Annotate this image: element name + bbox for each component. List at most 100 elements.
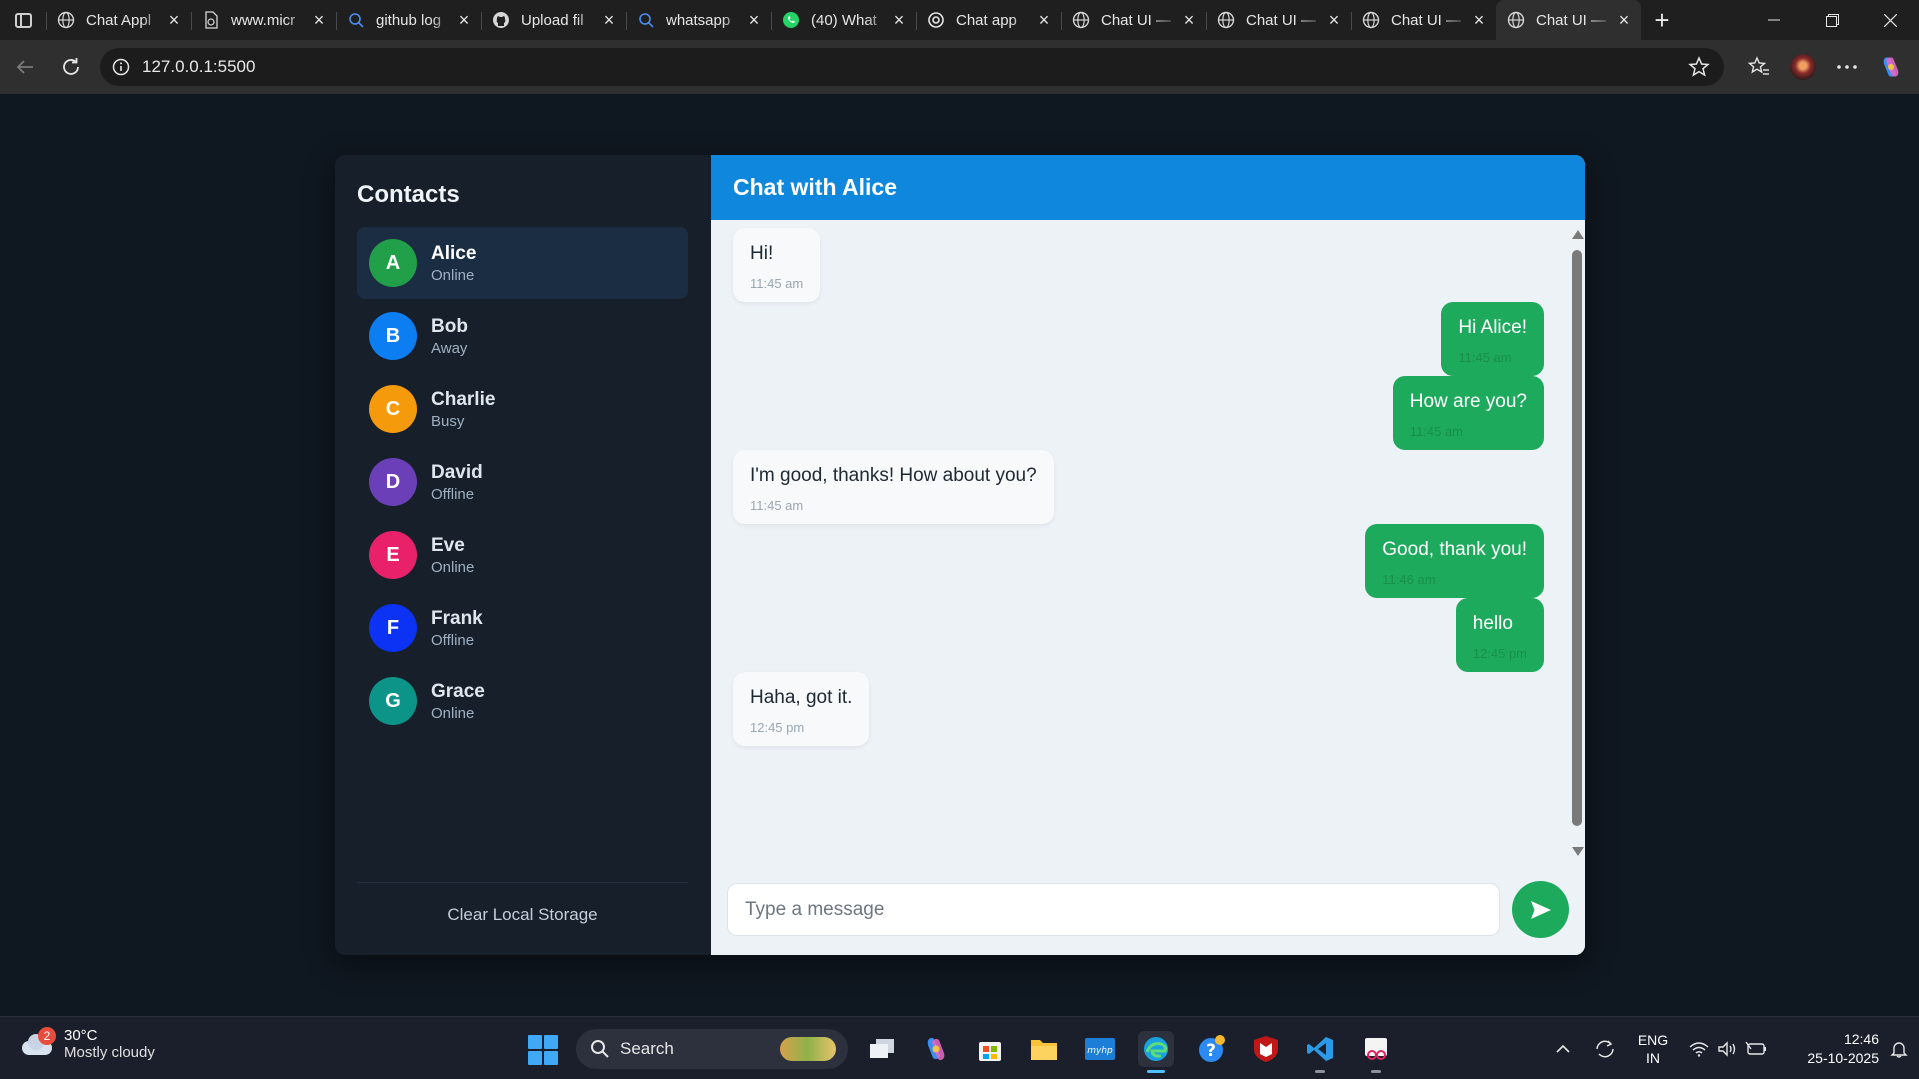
browser-tab[interactable]: github log ×: [336, 0, 481, 40]
running-app-indicator: [1371, 1070, 1381, 1073]
favorite-star-icon[interactable]: [1688, 56, 1710, 78]
quick-settings-button[interactable]: [1689, 1040, 1767, 1057]
restore-button[interactable]: [1803, 0, 1861, 40]
copilot-app-button[interactable]: [918, 1031, 954, 1067]
refresh-button[interactable]: [48, 45, 94, 89]
contact-status: Online: [431, 559, 475, 576]
browser-tab[interactable]: Upload fil ×: [481, 0, 626, 40]
message-input[interactable]: [727, 883, 1500, 936]
browser-tab[interactable]: Chat app ×: [916, 0, 1061, 40]
edge-browser-button[interactable]: [1138, 1031, 1174, 1073]
close-tab-icon[interactable]: ×: [890, 10, 908, 30]
close-tab-icon[interactable]: ×: [1035, 10, 1053, 30]
browser-tab[interactable]: Chat Appl ×: [46, 0, 191, 40]
running-app-indicator: [1315, 1070, 1325, 1073]
favorites-icon: [1748, 56, 1769, 75]
close-tab-icon[interactable]: ×: [600, 10, 618, 30]
avatar: B: [369, 312, 417, 360]
clock-date: 25-10-2025: [1807, 1049, 1879, 1066]
scroll-thumb[interactable]: [1572, 250, 1582, 826]
taskbar-search[interactable]: Search: [576, 1029, 848, 1069]
snipping-tool-button[interactable]: [1358, 1031, 1394, 1073]
close-tab-icon[interactable]: ×: [310, 10, 328, 30]
show-hidden-icons-button[interactable]: [1543, 1044, 1583, 1053]
mcafee-myhp-button[interactable]: myhp: [1082, 1031, 1118, 1067]
contact-item-alice[interactable]: A Alice Online: [357, 227, 688, 299]
browser-tab[interactable]: whatsapp ×: [626, 0, 771, 40]
clock-time: 12:46: [1843, 1030, 1879, 1047]
scroll-down-arrow-icon[interactable]: [1572, 847, 1584, 856]
search-icon: [591, 1040, 609, 1058]
address-bar[interactable]: 127.0.0.1:5500: [100, 48, 1724, 86]
sync-icon: [1596, 1039, 1614, 1057]
contact-item-grace[interactable]: G Grace Online: [357, 665, 688, 737]
task-view-button[interactable]: [864, 1031, 900, 1067]
tab-title: Chat UI —: [1101, 11, 1172, 29]
tab-actions-button[interactable]: [0, 0, 46, 40]
close-tab-icon[interactable]: ×: [1615, 10, 1633, 30]
contact-item-bob[interactable]: B Bob Away: [357, 300, 688, 372]
windows-logo-pane: [528, 1051, 542, 1065]
close-tab-icon[interactable]: ×: [1180, 10, 1198, 30]
contact-item-david[interactable]: D David Offline: [357, 446, 688, 518]
restore-icon: [1825, 13, 1839, 27]
page-viewport: Contacts A Alice Online B Bob Away C Charlie Bus…: [5, 94, 1915, 1016]
notifications-button[interactable]: [1879, 1040, 1919, 1058]
scroll-up-arrow-icon[interactable]: [1572, 230, 1584, 239]
start-button[interactable]: [528, 1035, 558, 1065]
clear-local-storage-button[interactable]: Clear Local Storage: [357, 897, 688, 933]
globe-icon: [1071, 10, 1091, 30]
mcafee-button[interactable]: [1248, 1031, 1284, 1067]
send-button[interactable]: [1512, 881, 1569, 938]
vscode-button[interactable]: [1302, 1031, 1338, 1073]
browser-tab[interactable]: www.micr ×: [191, 0, 336, 40]
tab-title: Chat UI —: [1246, 11, 1317, 29]
close-tab-icon[interactable]: ×: [745, 10, 763, 30]
close-tab-icon[interactable]: ×: [455, 10, 473, 30]
new-tab-button[interactable]: +: [1641, 0, 1683, 40]
contact-item-charlie[interactable]: C Charlie Busy: [357, 373, 688, 445]
profile-button[interactable]: [1781, 45, 1825, 89]
search-highlight-icon: [780, 1037, 836, 1061]
get-help-button[interactable]: ?: [1194, 1031, 1230, 1067]
file-explorer-button[interactable]: [1026, 1031, 1062, 1067]
contact-status: Away: [431, 340, 468, 357]
browser-tab[interactable]: Chat UI — ×: [1061, 0, 1206, 40]
region-code: IN: [1646, 1049, 1660, 1066]
favorites-button[interactable]: [1737, 45, 1781, 89]
incoming-message: Hi! 11:45 am: [733, 228, 821, 302]
contact-item-frank[interactable]: F Frank Offline: [357, 592, 688, 664]
message-time: 12:45 pm: [750, 720, 805, 735]
store-icon: [979, 1042, 1001, 1061]
message-scrollbar[interactable]: [1569, 228, 1585, 858]
folder-icon: [1031, 1040, 1057, 1060]
browser-tab[interactable]: Chat UI — ×: [1206, 0, 1351, 40]
refresh-icon: [63, 58, 79, 75]
browser-tab[interactable]: (40) What ×: [771, 0, 916, 40]
url-text: 127.0.0.1:5500: [142, 57, 256, 76]
copilot-icon: [1883, 57, 1899, 77]
info-icon[interactable]: [112, 58, 130, 76]
close-tab-icon[interactable]: ×: [165, 10, 183, 30]
message-time: 11:46 am: [1382, 572, 1436, 587]
minimize-button[interactable]: [1745, 0, 1803, 40]
incoming-message: I'm good, thanks! How about you? 11:45 am: [733, 450, 1054, 524]
message-text: How are you?: [1409, 391, 1527, 412]
language-code: ENG: [1637, 1031, 1669, 1048]
close-tab-icon[interactable]: ×: [1470, 10, 1488, 30]
microsoft-store-button[interactable]: [972, 1031, 1008, 1067]
close-tab-icon[interactable]: ×: [1325, 10, 1343, 30]
more-options-button[interactable]: [1825, 45, 1869, 89]
weather-widget[interactable]: 2 30°C Mostly cloudy: [20, 1027, 155, 1061]
clock[interactable]: 12:46 25-10-2025: [1783, 1030, 1879, 1068]
message-list[interactable]: Haha, got it. 12:45 pm hello 12:45 pm Good, …: [711, 220, 1585, 867]
language-indicator[interactable]: ENG IN: [1627, 1031, 1679, 1067]
back-button[interactable]: [2, 45, 48, 89]
contact-item-eve[interactable]: E Eve Online: [357, 519, 688, 591]
browser-tab[interactable]: Chat UI — ×: [1496, 0, 1641, 40]
copilot-button[interactable]: [1869, 45, 1913, 89]
message-time: 12:45 pm: [1472, 646, 1527, 661]
close-window-button[interactable]: [1861, 0, 1919, 40]
sync-status-button[interactable]: [1583, 1039, 1627, 1059]
browser-tab[interactable]: Chat UI — ×: [1351, 0, 1496, 40]
